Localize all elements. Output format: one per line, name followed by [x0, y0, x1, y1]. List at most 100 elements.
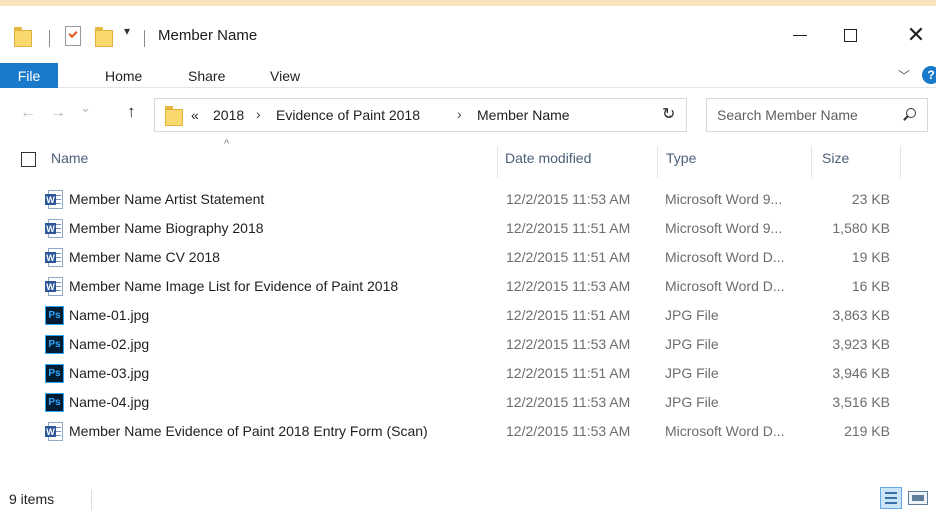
folder-icon — [14, 27, 32, 47]
breadcrumb-evidence-of-paint-2018[interactable]: Evidence of Paint 2018 — [276, 107, 420, 123]
customize-quick-access-dropdown[interactable]: ▾ — [124, 24, 130, 38]
status-separator — [91, 490, 92, 510]
file-name: Member Name Biography 2018 — [69, 220, 264, 236]
file-size: 16 KB — [851, 278, 890, 294]
file-type: Microsoft Word 9... — [665, 220, 783, 236]
word-docx-icon: W — [45, 277, 64, 296]
column-divider[interactable] — [497, 146, 498, 178]
file-type: JPG File — [665, 365, 719, 381]
file-size: 1,580 KB — [832, 220, 890, 236]
column-divider[interactable] — [657, 146, 658, 178]
file-type: JPG File — [665, 394, 719, 410]
tab-home[interactable]: Home — [105, 68, 142, 84]
tab-share[interactable]: Share — [188, 68, 225, 84]
file-row[interactable]: Ps Name-01.jpg 12/2/2015 11:51 AM JPG Fi… — [0, 304, 936, 328]
details-view-button[interactable] — [880, 487, 902, 509]
photoshop-icon: Ps — [45, 364, 64, 383]
word-docx-icon: W — [45, 422, 64, 441]
file-date-modified: 12/2/2015 11:53 AM — [506, 278, 631, 294]
breadcrumb-member-name[interactable]: Member Name — [477, 107, 570, 123]
close-icon: ✕ — [906, 22, 926, 47]
large-icons-view-button[interactable] — [906, 489, 936, 507]
search-box[interactable] — [706, 98, 928, 132]
maximize-button[interactable] — [830, 20, 870, 50]
file-type: JPG File — [665, 336, 719, 352]
photoshop-icon: Ps — [45, 393, 64, 412]
file-size: 19 KB — [851, 249, 890, 265]
title-separator — [144, 30, 145, 47]
file-name: Name-02.jpg — [69, 336, 150, 352]
file-type: Microsoft Word D... — [665, 423, 785, 439]
select-all-checkbox[interactable] — [21, 152, 36, 167]
address-bar[interactable]: « 2018 › Evidence of Paint 2018 › Member… — [154, 98, 687, 132]
file-date-modified: 12/2/2015 11:53 AM — [506, 191, 631, 207]
file-name: Member Name CV 2018 — [69, 249, 220, 265]
file-row[interactable]: W Member Name Artist Statement 12/2/2015… — [0, 188, 936, 212]
file-row[interactable]: W Member Name CV 2018 12/2/2015 11:51 AM… — [0, 246, 936, 270]
file-date-modified: 12/2/2015 11:53 AM — [506, 423, 631, 439]
up-button[interactable]: ↑ — [127, 102, 136, 122]
word-doc-icon: W — [45, 219, 64, 238]
breadcrumb-separator[interactable]: › — [256, 106, 261, 122]
file-row[interactable]: Ps Name-03.jpg 12/2/2015 11:51 AM JPG Fi… — [0, 362, 936, 386]
file-name: Name-03.jpg — [69, 365, 150, 381]
search-icon[interactable] — [903, 108, 917, 122]
file-type: JPG File — [665, 307, 719, 323]
ribbon-tabs: File Home Share View ﹀ ? — [0, 58, 936, 88]
file-row[interactable]: Ps Name-02.jpg 12/2/2015 11:53 AM JPG Fi… — [0, 333, 936, 357]
minimize-icon — [793, 34, 807, 36]
column-header-date-modified[interactable]: Date modified — [505, 150, 591, 166]
column-divider[interactable] — [811, 146, 812, 178]
file-row[interactable]: W Member Name Biography 2018 12/2/2015 1… — [0, 217, 936, 241]
expand-ribbon-icon[interactable]: ﹀ — [898, 67, 910, 84]
file-date-modified: 12/2/2015 11:53 AM — [506, 336, 631, 352]
quick-access-separator — [49, 30, 50, 47]
file-row[interactable]: W Member Name Evidence of Paint 2018 Ent… — [0, 420, 936, 444]
file-name: Name-04.jpg — [69, 394, 150, 410]
breadcrumb-overflow[interactable]: « — [191, 107, 199, 123]
photoshop-icon: Ps — [45, 306, 64, 325]
minimize-button[interactable] — [780, 20, 820, 50]
file-size: 219 KB — [844, 423, 890, 439]
new-folder-icon[interactable] — [95, 27, 113, 47]
recent-locations-button[interactable]: ⌄ — [80, 100, 91, 116]
file-size: 3,516 KB — [832, 394, 890, 410]
photoshop-icon: Ps — [45, 335, 64, 354]
title-bar: ▾ Member Name ✕ — [0, 6, 936, 58]
file-name: Name-01.jpg — [69, 307, 150, 323]
properties-icon[interactable] — [65, 26, 81, 46]
word-doc-icon: W — [45, 190, 64, 209]
word-docx-icon: W — [45, 248, 64, 267]
forward-button[interactable]: → — [50, 104, 66, 122]
folder-icon — [165, 106, 183, 126]
file-date-modified: 12/2/2015 11:51 AM — [506, 365, 631, 381]
file-type: Microsoft Word D... — [665, 278, 785, 294]
file-size: 3,923 KB — [832, 336, 890, 352]
file-type: Microsoft Word D... — [665, 249, 785, 265]
column-divider[interactable] — [900, 146, 901, 178]
help-icon[interactable]: ? — [922, 66, 936, 84]
item-count: 9 items — [9, 491, 55, 507]
file-size: 3,946 KB — [832, 365, 890, 381]
breadcrumb-2018[interactable]: 2018 — [213, 107, 244, 123]
column-header-size[interactable]: Size — [822, 150, 849, 166]
file-date-modified: 12/2/2015 11:51 AM — [506, 220, 631, 236]
details-view-icon — [885, 492, 897, 494]
file-row[interactable]: W Member Name Image List for Evidence of… — [0, 275, 936, 299]
breadcrumb-separator[interactable]: › — [457, 106, 462, 122]
column-header-type[interactable]: Type — [666, 150, 696, 166]
refresh-button[interactable]: ↻ — [662, 104, 675, 124]
file-date-modified: 12/2/2015 11:51 AM — [506, 249, 631, 265]
file-name: Member Name Artist Statement — [69, 191, 265, 207]
file-date-modified: 12/2/2015 11:53 AM — [506, 394, 631, 410]
tab-view[interactable]: View — [270, 68, 300, 84]
file-name: Member Name Image List for Evidence of P… — [69, 278, 399, 294]
search-input[interactable] — [717, 105, 895, 125]
column-header-name[interactable]: Name — [51, 150, 88, 166]
close-button[interactable]: ✕ — [896, 20, 936, 50]
file-row[interactable]: Ps Name-04.jpg 12/2/2015 11:53 AM JPG Fi… — [0, 391, 936, 415]
file-date-modified: 12/2/2015 11:51 AM — [506, 307, 631, 323]
back-button[interactable]: ← — [20, 104, 36, 122]
tab-file[interactable]: File — [0, 63, 58, 88]
window-title: Member Name — [158, 27, 258, 44]
